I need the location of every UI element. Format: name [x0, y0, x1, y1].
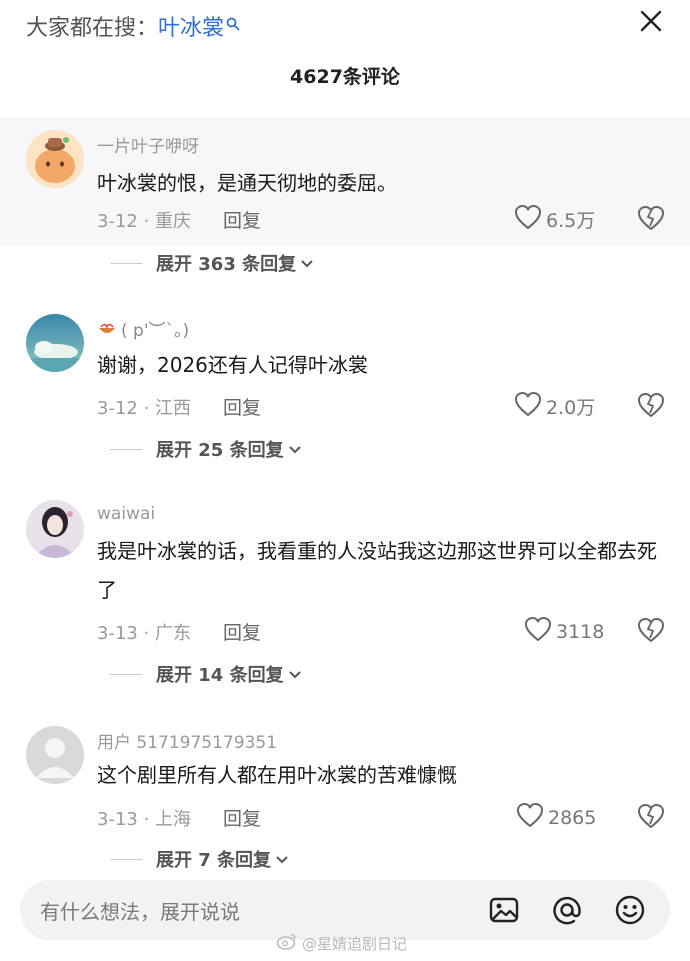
chevron-down-icon — [275, 850, 289, 869]
heart-icon — [514, 204, 542, 235]
divider-line — [110, 448, 142, 450]
comment-date-location: 3-13 · 上海 — [97, 809, 192, 830]
avatar[interactable] — [26, 726, 84, 784]
comment-username-text: ( p'︶`。) — [121, 321, 190, 341]
like-button[interactable]: 2.0万 — [514, 391, 595, 422]
comment-username[interactable]: ( p'︶`。) — [97, 316, 189, 343]
broken-heart-icon[interactable] — [637, 617, 665, 645]
reply-button[interactable]: 回复 — [223, 618, 261, 645]
comment-text: 我是叶冰裳的话，我看重的人没站我这边那这世界可以全都去死了 — [97, 539, 657, 602]
expand-replies-label: 展开 7 条回复 — [156, 850, 272, 871]
chevron-down-icon — [288, 440, 302, 459]
watermark: @星婧追剧日记 — [276, 932, 407, 954]
divider-line — [110, 673, 142, 675]
like-button[interactable]: 2865 — [516, 802, 596, 833]
comment-date-location: 3-12 · 重庆 — [97, 211, 192, 232]
close-icon[interactable] — [638, 8, 664, 34]
expand-replies[interactable]: 展开 7 条回复 — [110, 846, 289, 872]
expand-replies-label: 展开 25 条回复 — [156, 440, 284, 461]
broken-heart-icon[interactable] — [637, 205, 665, 233]
mention-icon[interactable] — [551, 894, 583, 926]
search-suggestion-prefix: 大家都在搜： — [26, 16, 159, 41]
avatar[interactable] — [26, 500, 84, 558]
image-icon[interactable] — [488, 894, 520, 926]
reply-button[interactable]: 回复 — [223, 206, 261, 233]
top-bar: 大家都在搜：叶冰裳 — [0, 0, 690, 50]
avatar[interactable] — [26, 130, 84, 188]
broken-heart-icon[interactable] — [637, 392, 665, 420]
comment-count-title: 4627条评论 — [290, 66, 400, 88]
chevron-down-icon — [300, 254, 314, 273]
comment-item: waiwai 我是叶冰裳的话，我看重的人没站我这边那这世界可以全都去死了 3-1… — [0, 486, 690, 656]
expand-replies-label: 展开 363 条回复 — [156, 254, 297, 275]
comment-text: 这个剧里所有人都在用叶冰裳的苦难慷慨 — [97, 763, 457, 787]
like-count: 2865 — [548, 806, 597, 829]
like-button[interactable]: 6.5万 — [514, 204, 595, 235]
chevron-down-icon — [288, 665, 302, 684]
like-count: 2.0万 — [546, 397, 596, 419]
comment-item: ( p'︶`。) 谢谢，2026还有人记得叶冰裳 3-12 · 江西 回复 2.… — [0, 300, 690, 430]
heart-icon — [514, 391, 542, 422]
search-suggestion-keyword[interactable]: 叶冰裳 — [158, 16, 224, 41]
avatar[interactable] — [26, 314, 84, 372]
expand-replies[interactable]: 展开 363 条回复 — [110, 250, 314, 276]
comment-item: 一片叶子咿呀 叶冰裳的恨，是通天彻地的委屈。 3-12 · 重庆 回复 6.5万 — [0, 118, 690, 246]
like-button[interactable]: 3118 — [524, 616, 604, 647]
divider-line — [110, 262, 142, 264]
broken-heart-icon[interactable] — [637, 803, 665, 831]
comment-username[interactable]: waiwai — [97, 504, 155, 524]
weibo-logo-icon — [276, 932, 298, 954]
divider-line — [110, 858, 142, 860]
noodle-emoji-icon — [97, 320, 117, 343]
heart-icon — [524, 616, 552, 647]
comment-text: 叶冰裳的恨，是通天彻地的委屈。 — [97, 171, 397, 195]
reply-button[interactable]: 回复 — [223, 804, 261, 831]
comment-username[interactable]: 用户 5171975179351 — [97, 728, 277, 753]
emoji-icon[interactable] — [614, 894, 646, 926]
comment-date-location: 3-13 · 广东 — [97, 623, 192, 644]
heart-icon — [516, 802, 544, 833]
comment-input-bar[interactable]: 有什么想法，展开说说 — [20, 880, 670, 940]
watermark-text: @星婧追剧日记 — [302, 934, 408, 953]
comment-input-placeholder[interactable]: 有什么想法，展开说说 — [40, 896, 240, 925]
comment-item: 用户 5171975179351 这个剧里所有人都在用叶冰裳的苦难慷慨 3-13… — [0, 712, 690, 842]
reply-button[interactable]: 回复 — [223, 393, 261, 420]
expand-replies[interactable]: 展开 25 条回复 — [110, 436, 302, 462]
search-icon — [226, 12, 240, 37]
like-count: 3118 — [556, 620, 605, 643]
search-suggestion[interactable]: 大家都在搜：叶冰裳 — [26, 10, 240, 42]
comment-username[interactable]: 一片叶子咿呀 — [97, 132, 199, 157]
expand-replies[interactable]: 展开 14 条回复 — [110, 661, 302, 687]
comment-date-location: 3-12 · 江西 — [97, 398, 192, 419]
like-count: 6.5万 — [546, 210, 596, 232]
expand-replies-label: 展开 14 条回复 — [156, 665, 284, 686]
comment-text: 谢谢，2026还有人记得叶冰裳 — [97, 353, 368, 377]
